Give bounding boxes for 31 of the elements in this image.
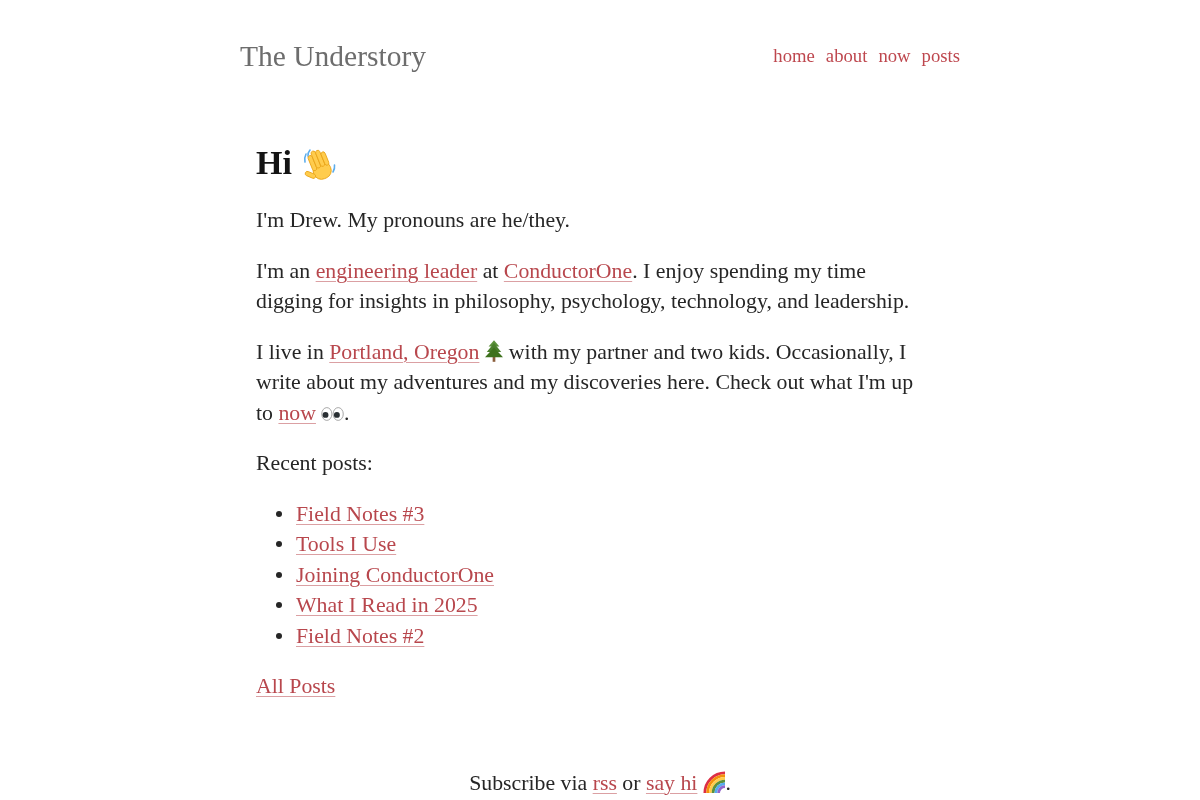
nav-link[interactable]: home xyxy=(773,43,815,69)
paragraph: I'm an engineering leader at ConductorOne. I enjoy spending my time digging for insights in philosophy, psychology, technology, and leadership. xyxy=(256,257,911,315)
nav-link[interactable]: about xyxy=(825,43,868,69)
pine-tree-icon xyxy=(485,339,504,362)
site-title[interactable]: The Understory xyxy=(240,36,426,76)
text-link[interactable]: say hi xyxy=(645,770,698,795)
post-link[interactable]: Tools I Use xyxy=(296,529,397,560)
bullet-icon xyxy=(276,541,282,548)
bullet-icon xyxy=(276,571,282,578)
text-link[interactable]: rss xyxy=(592,770,617,795)
all-posts-link[interactable]: All Posts xyxy=(256,674,336,698)
rainbow-icon xyxy=(703,770,726,793)
footer-text: Subscribe via rss or say hi . xyxy=(468,769,732,797)
text-link[interactable]: ConductorOne xyxy=(503,258,633,283)
post-link[interactable]: Field Notes #3 xyxy=(296,498,425,529)
nav-link[interactable]: posts xyxy=(921,43,960,69)
post-link[interactable]: Joining ConductorOne xyxy=(296,559,494,590)
page-heading: Hi xyxy=(256,143,292,183)
bullet-icon xyxy=(276,632,282,639)
eyes-icon xyxy=(320,406,344,421)
paragraph: I live in Portland, Oregon with my partner and two kids. Occasionally, I write about my adventures and my discoveries here. Check out what I'm up to now . xyxy=(256,338,915,427)
nav-link[interactable]: now xyxy=(878,43,911,69)
paragraph: I'm Drew. My pronouns are he/they. xyxy=(256,207,572,234)
recent-posts-label: Recent posts: xyxy=(256,450,374,477)
bullet-icon xyxy=(276,510,282,517)
text-link[interactable]: now xyxy=(278,400,316,425)
bullet-icon xyxy=(276,602,282,609)
post-link[interactable]: Field Notes #2 xyxy=(296,620,425,651)
text-link[interactable]: Portland, Oregon xyxy=(329,339,480,364)
text-link[interactable]: engineering leader xyxy=(315,258,478,283)
post-link[interactable]: What I Read in 2025 xyxy=(296,590,478,621)
